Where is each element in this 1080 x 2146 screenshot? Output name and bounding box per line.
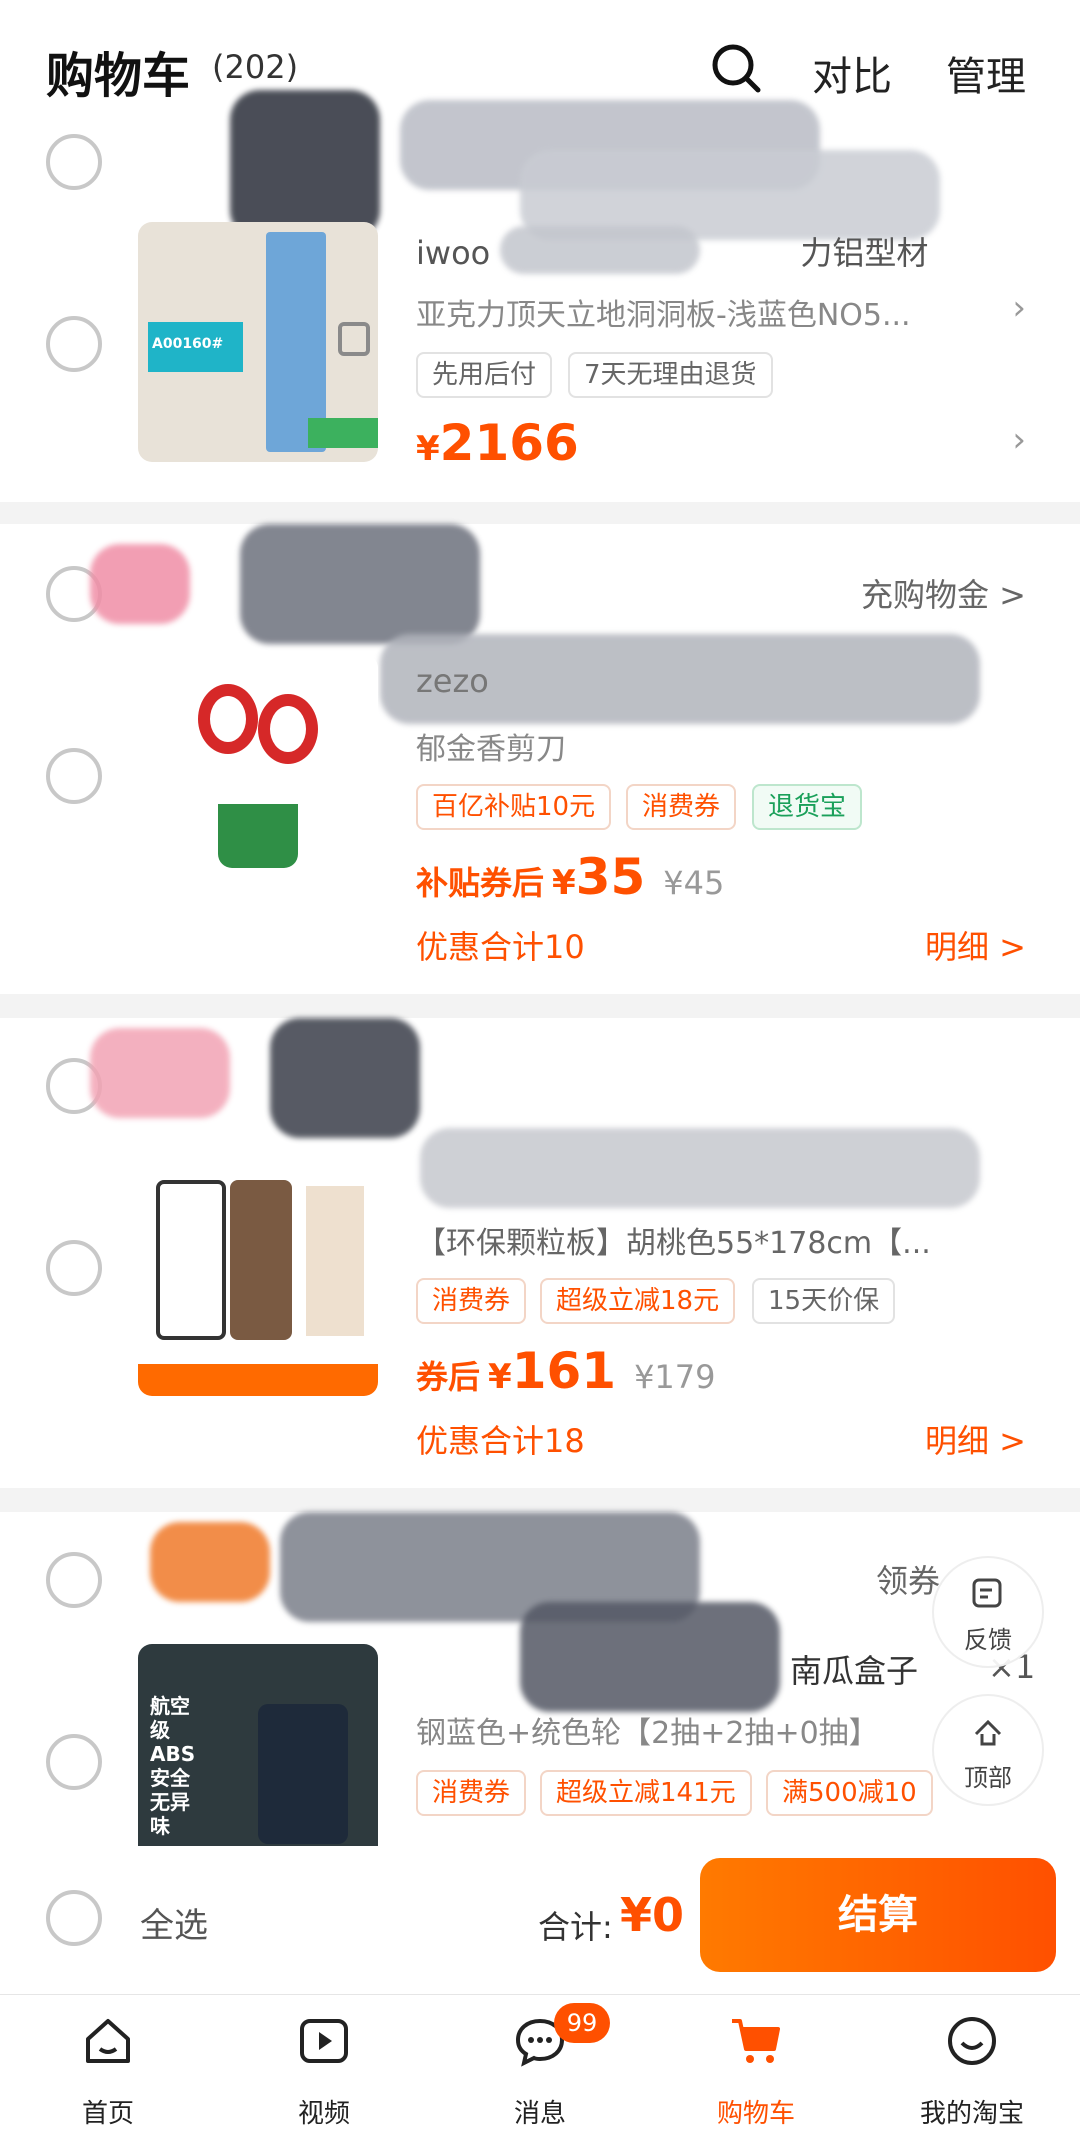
mat-shape	[308, 418, 378, 448]
manage-button[interactable]: 管理	[946, 44, 1026, 102]
feedback-icon	[972, 1578, 1002, 1608]
item-select-radio[interactable]	[46, 748, 102, 804]
product-tag: 退货宝	[752, 784, 863, 830]
get-coupon-link[interactable]: 领券	[876, 1556, 940, 1602]
video-icon	[300, 2019, 348, 2063]
product-thumbnail[interactable]: A00160#	[138, 222, 378, 462]
cart-shop-card: A00160# iwoo 力铝型材 亚克力顶天立地洞洞板-浅蓝色NO5... ›…	[0, 90, 1080, 502]
product-variant[interactable]: 郁金香剪刀	[416, 724, 566, 768]
item-select-radio[interactable]	[46, 1240, 102, 1296]
cart-count: (202)	[212, 48, 299, 86]
product-variant[interactable]: 亚克力顶天立地洞洞板-浅蓝色NO5...	[416, 290, 911, 334]
product-variant[interactable]: 钢蓝色+统色轮【2抽+2抽+0抽】	[416, 1708, 879, 1752]
shop-select-radio[interactable]	[46, 134, 102, 190]
thumb-label: 航空级ABS安全无异味	[150, 1694, 196, 1838]
product-tag: 消费券	[416, 1770, 527, 1816]
redaction-scribble	[150, 1522, 270, 1602]
price-row: ¥ 2166	[416, 414, 579, 472]
product-tag: 消费券	[416, 1278, 527, 1324]
tab-video[interactable]: 视频	[216, 1995, 432, 2146]
mug-shape	[338, 322, 370, 356]
pegboard-shape	[230, 1180, 292, 1340]
tab-profile[interactable]: 我的淘宝	[864, 1995, 1080, 2146]
item-select-radio[interactable]	[46, 1734, 102, 1790]
product-title[interactable]: zezo	[416, 662, 489, 700]
mirror-shape	[156, 1180, 226, 1340]
product-tag: 15天价保	[752, 1278, 896, 1324]
checkout-button[interactable]: 结算	[700, 1858, 1056, 1972]
select-all-label[interactable]: 全选	[140, 1898, 208, 1947]
redaction-scribble	[230, 90, 380, 240]
total-label: 合计:	[538, 1908, 613, 1946]
product-tag: 满500减10	[766, 1770, 933, 1816]
product-price: 2166	[439, 414, 579, 472]
feedback-button[interactable]: 反馈	[932, 1556, 1044, 1668]
redaction-scribble	[520, 1602, 780, 1712]
cart-shop-card: 领券 航空级ABS安全无异味 南瓜盒子 ×1 钢蓝色+统色轮【2抽+2抽+0抽】…	[0, 1512, 1080, 1846]
product-thumbnail[interactable]: 航空级ABS安全无异味	[138, 1644, 378, 1846]
compare-button[interactable]: 对比	[812, 44, 892, 102]
redaction-scribble	[90, 1028, 230, 1118]
search-icon[interactable]	[708, 40, 764, 96]
discount-detail-link[interactable]: 明细 >	[925, 1416, 1026, 1462]
cart-icon	[732, 2019, 780, 2063]
page-title: 购物车	[46, 48, 191, 104]
original-price: ¥179	[634, 1358, 716, 1396]
product-tag: 百亿补贴10元	[416, 784, 612, 830]
home-icon	[86, 2019, 130, 2063]
back-to-top-button[interactable]: 顶部	[932, 1694, 1044, 1806]
product-tag: 消费券	[626, 784, 737, 830]
product-thumbnail[interactable]	[138, 654, 378, 894]
detail-thumbs-shape	[306, 1186, 364, 1336]
pot-shape	[218, 804, 298, 868]
redaction-scribble	[420, 1128, 980, 1208]
cart-shop-card: 充购物金 > zezo 郁金香剪刀 百亿补贴10元 消费券 退货宝 补贴券后 ¥…	[0, 524, 1080, 994]
product-price: 161	[511, 1342, 617, 1400]
chevron-right-icon[interactable]: ›	[1012, 288, 1026, 328]
shop-gold-link[interactable]: 充购物金 >	[861, 570, 1026, 616]
price-row: 券后 ¥ 161 ¥179	[416, 1342, 716, 1400]
profile-icon	[948, 2017, 996, 2065]
checkout-bar: 全选 合计: ¥0 结算	[0, 1846, 1080, 1994]
tab-home[interactable]: 首页	[0, 1995, 216, 2146]
redaction-scribble	[90, 544, 190, 624]
discount-total: 优惠合计10	[416, 928, 585, 966]
shop-select-radio[interactable]	[46, 1552, 102, 1608]
product-tag: 先用后付	[416, 352, 553, 398]
thumb-banner	[138, 1364, 378, 1396]
product-tag: 超级立减18元	[540, 1278, 736, 1324]
chevron-right-icon[interactable]: ›	[1012, 420, 1026, 460]
message-badge: 99	[554, 2003, 610, 2043]
cart-shape	[258, 1704, 348, 1844]
item-select-radio[interactable]	[46, 316, 102, 372]
redaction-scribble	[240, 524, 480, 644]
tab-cart[interactable]: 购物车	[648, 1995, 864, 2146]
scissors-shape	[258, 694, 318, 764]
product-variant[interactable]: 【环保颗粒板】胡桃色55*178cm【...	[416, 1218, 931, 1262]
bottom-tab-bar: 首页 视频 99 消息 购物车 我的淘宝	[0, 1994, 1080, 2146]
product-tag: 超级立减141元	[540, 1770, 752, 1816]
price-row: 补贴券后 ¥ 35 ¥45	[416, 848, 725, 906]
product-thumbnail[interactable]	[138, 1156, 378, 1396]
original-price: ¥45	[663, 864, 725, 902]
product-tag: 7天无理由退货	[568, 352, 773, 398]
product-price: 35	[575, 848, 646, 906]
cart-shop-card: 【环保颗粒板】胡桃色55*178cm【... 消费券 超级立减18元 15天价保…	[0, 1018, 1080, 1488]
discount-total: 优惠合计18	[416, 1422, 585, 1460]
tab-messages[interactable]: 99 消息	[432, 1995, 648, 2146]
total-value: ¥0	[620, 1888, 685, 1942]
arrow-up-icon	[974, 1719, 1002, 1746]
scissors-shape	[198, 684, 258, 754]
discount-detail-link[interactable]: 明细 >	[925, 922, 1026, 968]
product-title[interactable]: 南瓜盒子	[790, 1646, 918, 1692]
redaction-scribble	[270, 1018, 420, 1138]
thumb-label: A00160#	[148, 322, 243, 372]
redaction-scribble	[500, 226, 700, 274]
select-all-radio[interactable]	[46, 1890, 102, 1946]
